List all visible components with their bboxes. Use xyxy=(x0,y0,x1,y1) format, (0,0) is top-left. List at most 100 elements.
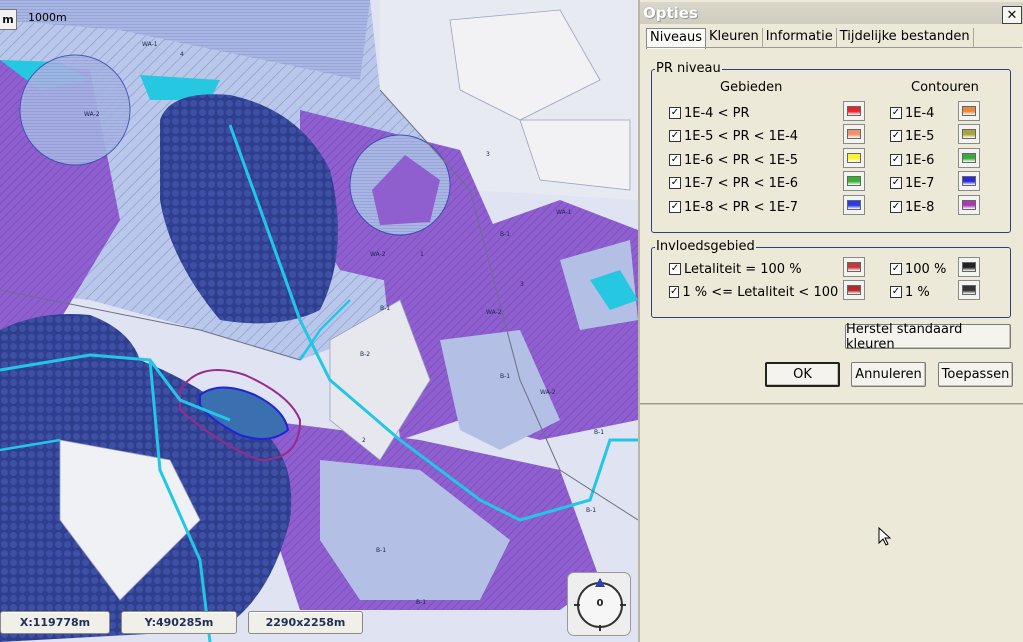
invloed-color-button[interactable] xyxy=(843,280,865,300)
invloed-label: 1 % <= Letaliteit < 100 % xyxy=(682,284,839,300)
checkbox[interactable]: ✓ xyxy=(669,107,681,119)
map-view[interactable]: WA-1 WA-2 WA-2 WA-2 WA-1 B-1 B-1 B-2 B-1… xyxy=(0,0,638,642)
color-swatch xyxy=(962,262,976,272)
tab-niveaus[interactable]: Niveaus xyxy=(646,28,707,49)
contour-row[interactable]: ✓ 1E-4 xyxy=(890,104,934,122)
color-swatch xyxy=(847,106,861,116)
gebieden-header: Gebieden xyxy=(720,80,783,95)
checkbox[interactable]: ✓ xyxy=(669,177,681,189)
panel-divider xyxy=(640,403,1023,405)
map-label: 1 xyxy=(420,251,424,258)
map-label: B-1 xyxy=(416,599,426,606)
color-swatch xyxy=(962,200,976,210)
map-label: B-2 xyxy=(360,351,370,358)
gebied-label: 1E-4 < PR xyxy=(684,105,750,121)
invloed-contour-row[interactable]: ✓ 1 % xyxy=(890,283,930,301)
invloed-contour-color-button[interactable] xyxy=(958,280,980,300)
map-label: B-1 xyxy=(380,305,390,312)
mouse-cursor-icon xyxy=(878,527,892,546)
contour-label: 1E-5 xyxy=(905,128,935,144)
color-swatch xyxy=(962,285,976,295)
checkbox[interactable]: ✓ xyxy=(890,154,902,166)
gebied-color-button[interactable] xyxy=(843,124,865,144)
map-label: 3 xyxy=(486,151,490,158)
map-label: 3 xyxy=(520,281,524,288)
close-icon[interactable]: ✕ xyxy=(1002,6,1022,24)
tab-kleuren[interactable]: Kleuren xyxy=(706,28,763,48)
contour-row[interactable]: ✓ 1E-5 xyxy=(890,127,934,145)
reset-colors-button[interactable]: Herstel standaard kleuren xyxy=(845,322,1011,352)
contour-color-button[interactable] xyxy=(958,124,980,144)
invloed-contour-row[interactable]: ✓ 100 % xyxy=(890,260,946,278)
checkbox[interactable]: ✓ xyxy=(669,130,681,142)
gebied-label: 1E-7 < PR < 1E-6 xyxy=(684,175,799,191)
color-swatch xyxy=(847,153,861,163)
options-dialog: Opties ✕ Niveaus Kleuren Informatie Tijd… xyxy=(638,0,1023,642)
checkbox[interactable]: ✓ xyxy=(890,263,902,275)
gebied-row[interactable]: ✓ 1E-8 < PR < 1E-7 xyxy=(669,198,798,216)
gebied-row[interactable]: ✓ 1E-4 < PR xyxy=(669,104,749,122)
contour-color-button[interactable] xyxy=(958,195,980,215)
tab-bar: Niveaus Kleuren Informatie Tijdelijke be… xyxy=(646,28,974,49)
map-label: B-1 xyxy=(586,507,596,514)
contour-label: 1E-4 xyxy=(905,105,935,121)
color-swatch xyxy=(847,129,861,139)
gebied-row[interactable]: ✓ 1E-7 < PR < 1E-6 xyxy=(669,174,798,192)
checkbox[interactable]: ✓ xyxy=(890,201,902,213)
map-label: B-1 xyxy=(594,429,604,436)
checkbox[interactable]: ✓ xyxy=(890,130,902,142)
pr-niveau-legend: PR niveau xyxy=(655,61,722,76)
invloedsgebied-legend: Invloedsgebied xyxy=(655,239,756,254)
contour-row[interactable]: ✓ 1E-7 xyxy=(890,174,934,192)
gebied-row[interactable]: ✓ 1E-5 < PR < 1E-4 xyxy=(669,127,798,145)
gebied-color-button[interactable] xyxy=(843,101,865,121)
gebied-color-button[interactable] xyxy=(843,195,865,215)
tab-tijdelijke-bestanden[interactable]: Tijdelijke bestanden xyxy=(837,28,974,48)
map-canvas[interactable]: WA-1 WA-2 WA-2 WA-2 WA-1 B-1 B-1 B-2 B-1… xyxy=(0,0,638,642)
invloed-row[interactable]: ✓ 1 % <= Letaliteit < 100 % xyxy=(669,283,839,301)
checkbox[interactable]: ✓ xyxy=(669,263,681,275)
contour-color-button[interactable] xyxy=(958,171,980,191)
map-label: B-1 xyxy=(500,231,510,238)
contour-color-button[interactable] xyxy=(958,148,980,168)
color-swatch xyxy=(847,200,861,210)
compass-control[interactable]: 0 xyxy=(567,572,631,636)
gebied-color-button[interactable] xyxy=(843,171,865,191)
invloed-row[interactable]: ✓ Letaliteit = 100 % xyxy=(669,260,802,278)
map-label: WA-2 xyxy=(486,309,502,316)
checkbox[interactable]: ✓ xyxy=(890,177,902,189)
checkbox[interactable]: ✓ xyxy=(669,201,681,213)
invloed-color-button[interactable] xyxy=(843,257,865,277)
gebied-row[interactable]: ✓ 1E-6 < PR < 1E-5 xyxy=(669,151,798,169)
map-label: WA-2 xyxy=(370,251,386,258)
gebied-label: 1E-8 < PR < 1E-7 xyxy=(684,199,799,215)
contour-color-button[interactable] xyxy=(958,101,980,121)
dialog-titlebar[interactable]: Opties ✕ xyxy=(640,2,1023,24)
color-swatch xyxy=(962,176,976,186)
color-swatch xyxy=(962,153,976,163)
map-label: WA-1 xyxy=(556,209,572,216)
gebied-color-button[interactable] xyxy=(843,148,865,168)
contour-row[interactable]: ✓ 1E-6 xyxy=(890,151,934,169)
checkbox[interactable]: ✓ xyxy=(669,286,680,298)
map-label: WA-2 xyxy=(84,111,100,118)
checkbox[interactable]: ✓ xyxy=(669,154,681,166)
contour-row[interactable]: ✓ 1E-8 xyxy=(890,198,934,216)
tab-informatie[interactable]: Informatie xyxy=(763,28,837,48)
y-coordinate-readout: Y:490285m xyxy=(121,611,237,634)
invloed-contour-color-button[interactable] xyxy=(958,257,980,277)
invloed-contour-label: 100 % xyxy=(905,261,947,277)
tab-divider xyxy=(646,47,1022,48)
color-swatch xyxy=(962,129,976,139)
map-label: B-1 xyxy=(376,547,386,554)
apply-button[interactable]: Toepassen xyxy=(938,362,1013,387)
checkbox[interactable]: ✓ xyxy=(890,107,902,119)
color-swatch xyxy=(847,176,861,186)
cancel-button[interactable]: Annuleren xyxy=(851,362,926,387)
gebied-label: 1E-5 < PR < 1E-4 xyxy=(684,128,799,144)
invloed-contour-label: 1 % xyxy=(905,284,930,300)
scale-button[interactable]: m xyxy=(0,9,17,30)
map-label: WA-2 xyxy=(540,389,556,396)
ok-button[interactable]: OK xyxy=(765,362,840,387)
checkbox[interactable]: ✓ xyxy=(890,286,902,298)
